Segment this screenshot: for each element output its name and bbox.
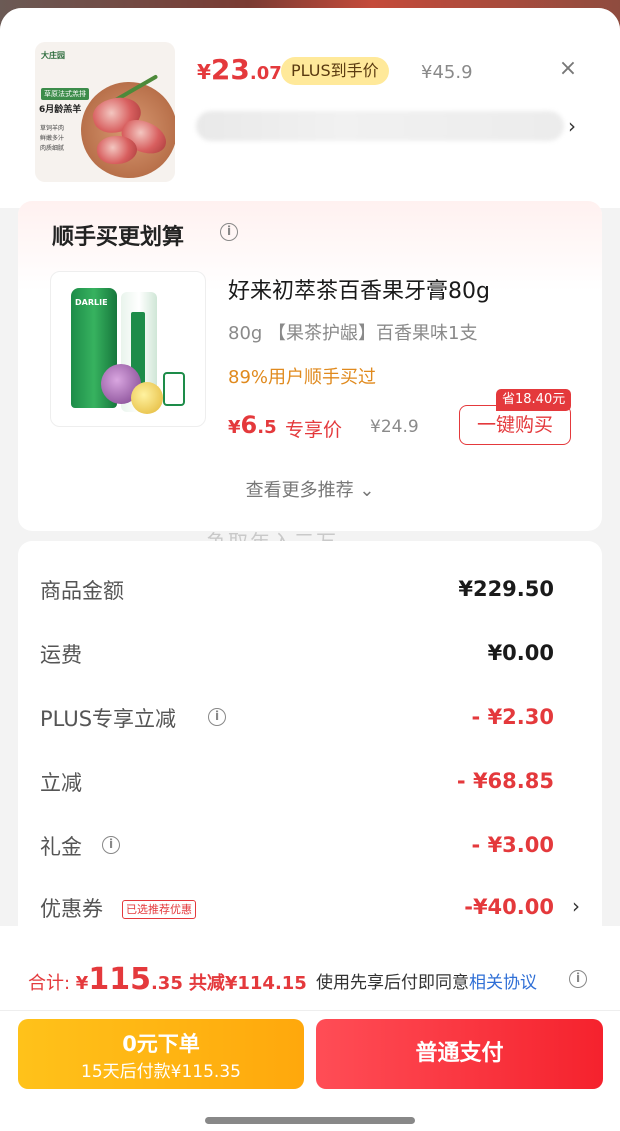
summary-label: 立减	[40, 771, 82, 795]
summary-label: 运费	[40, 643, 82, 667]
price-decimal: .07	[249, 63, 282, 84]
total-currency: ¥	[75, 973, 89, 994]
price-integer: 6	[240, 411, 258, 439]
thumb-age-text: 6月龄羔羊	[39, 105, 82, 115]
social-proof-text: 89%用户顺手买过	[228, 367, 377, 388]
normal-pay-button[interactable]: 普通支付	[316, 1019, 603, 1089]
chevron-right-icon[interactable]: ›	[568, 114, 576, 138]
summary-label: 商品金额	[40, 579, 124, 603]
chevron-right-icon[interactable]: ›	[572, 894, 580, 918]
tube-cap-image	[163, 372, 185, 406]
see-more-recommendations-link[interactable]: 查看更多推荐 ⌄	[18, 476, 602, 502]
total-saved: 共减¥114.15	[188, 973, 307, 994]
divider	[0, 1010, 620, 1011]
coupon-selected-badge: 已选推荐优惠	[122, 900, 196, 919]
summary-value: - ¥3.00	[471, 833, 554, 857]
thumb-features: 草饲羊肉 鲜嫩多汁 肉质细腻	[40, 124, 64, 154]
product-header: 大庄园 草原法式羔排 6月龄羔羊 草饲羊肉 鲜嫩多汁 肉质细腻 ¥23.07 P…	[0, 8, 620, 208]
plus-price-badge: PLUS到手价	[281, 57, 389, 85]
thumb-tag: 草原法式羔排	[41, 88, 89, 100]
price-currency: ¥	[228, 417, 241, 438]
summary-row-plus-discount: PLUS专享立减 i - ¥2.30	[18, 699, 602, 739]
summary-label: 优惠券	[40, 897, 103, 921]
home-indicator[interactable]	[205, 1117, 415, 1124]
one-click-buy-button[interactable]: 一键购买	[459, 405, 571, 445]
summary-label: 礼金	[40, 835, 82, 859]
recommend-price: ¥6.5	[228, 411, 277, 439]
summary-value: - ¥68.85	[456, 769, 554, 793]
recommend-original-price: ¥24.9	[370, 417, 419, 437]
agreement-prefix: 使用先享后付即同意	[316, 973, 469, 993]
summary-value: -¥40.00	[464, 895, 554, 919]
agreement-link[interactable]: 相关协议	[469, 973, 537, 993]
order-summary-card: 商品金额 ¥229.50 运费 ¥0.00 PLUS专享立减 i - ¥2.30…	[18, 541, 602, 961]
total-label: 合计:	[28, 973, 76, 994]
recommend-title: 顺手买更划算	[52, 225, 185, 250]
thumb-brand-logo: DARLIE	[75, 298, 108, 307]
exclusive-price-label: 专享价	[285, 419, 343, 441]
product-thumbnail: 大庄园 草原法式羔排 6月龄羔羊 草饲羊肉 鲜嫩多汁 肉质细腻	[35, 42, 175, 182]
info-icon[interactable]: i	[569, 970, 587, 988]
pay-later-subtitle: 15天后付款¥115.35	[81, 1062, 241, 1082]
summary-value: - ¥2.30	[471, 705, 554, 729]
info-icon[interactable]: i	[208, 708, 226, 726]
close-icon[interactable]: ×	[555, 56, 581, 82]
passionfruit-image	[131, 382, 163, 414]
summary-row-coupon[interactable]: 优惠券 已选推荐优惠 -¥40.00 ›	[18, 889, 602, 929]
total-integer: 115	[88, 962, 151, 997]
pay-later-button[interactable]: 0元下单 15天后付款¥115.35	[18, 1019, 304, 1089]
checkout-sheet: 大庄园 草原法式羔排 6月龄羔羊 草饲羊肉 鲜嫩多汁 肉质细腻 ¥23.07 P…	[0, 8, 620, 1131]
summary-row-instant-discount: 立减 - ¥68.85	[18, 763, 602, 803]
thumb-feature: 草饲羊肉	[40, 125, 65, 132]
summary-row-shipping: 运费 ¥0.00	[18, 635, 602, 675]
summary-row-subtotal: 商品金额 ¥229.50	[18, 571, 602, 611]
price-currency: ¥	[197, 60, 211, 84]
thumb-feature: 鲜嫩多汁	[40, 135, 65, 142]
savings-badge: 省18.40元	[496, 389, 572, 411]
toothpaste-thumbnail[interactable]: DARLIE	[50, 271, 206, 427]
agreement-text: 使用先享后付即同意相关协议	[316, 968, 537, 993]
summary-row-gift-money: 礼金 i - ¥3.00	[18, 827, 602, 867]
recommend-product-name[interactable]: 好来初萃茶百香果牙膏80g	[228, 273, 490, 305]
summary-label: PLUS专享立减	[40, 707, 177, 731]
blurred-address-bar[interactable]	[196, 111, 564, 141]
checkout-bottom-bar: 合计: ¥115.35 共减¥114.15 使用先享后付即同意相关协议 i 0元下…	[0, 926, 620, 1131]
recommend-card: 顺手买更划算 i DARLIE 好来初萃茶百香果牙膏80g 80g 【果茶护龈】…	[18, 201, 602, 531]
original-price: ¥45.9	[421, 62, 473, 83]
summary-value: ¥229.50	[458, 577, 554, 601]
price-decimal: .5	[257, 417, 277, 438]
thumb-brand-logo: 大庄园	[41, 51, 65, 60]
total-decimal: .35	[150, 973, 183, 994]
price-integer: 23	[210, 53, 250, 86]
pay-later-title: 0元下单	[122, 1032, 200, 1056]
product-price: ¥23.07	[197, 53, 282, 86]
order-total: 合计: ¥115.35 共减¥114.15	[28, 962, 307, 997]
info-icon[interactable]: i	[102, 836, 120, 854]
recommend-product-spec: 80g 【果茶护龈】百香果味1支	[228, 323, 478, 344]
thumb-feature: 肉质细腻	[40, 145, 65, 152]
info-icon[interactable]: i	[220, 223, 238, 241]
summary-value: ¥0.00	[487, 641, 554, 665]
